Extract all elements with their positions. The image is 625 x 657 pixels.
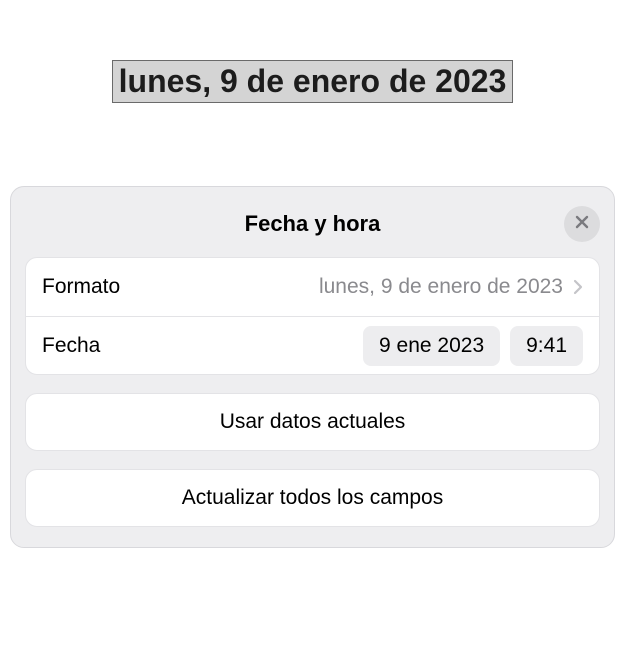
format-row[interactable]: Formato lunes, 9 de enero de 2023 — [26, 258, 599, 316]
format-label: Formato — [42, 275, 120, 299]
sheet-title: Fecha y hora — [245, 211, 381, 237]
use-current-data-button[interactable]: Usar datos actuales — [25, 393, 600, 451]
date-row: Fecha 9 ene 2023 9:41 — [26, 316, 599, 374]
date-picker-chip[interactable]: 9 ene 2023 — [363, 326, 500, 366]
time-picker-chip[interactable]: 9:41 — [510, 326, 583, 366]
chevron-right-icon — [573, 279, 583, 295]
settings-group: Formato lunes, 9 de enero de 2023 Fecha … — [25, 257, 600, 375]
selected-date-field[interactable]: lunes, 9 de enero de 2023 — [112, 60, 514, 103]
date-time-sheet: Fecha y hora Formato lunes, 9 de enero d… — [10, 186, 615, 548]
update-all-fields-button[interactable]: Actualizar todos los campos — [25, 469, 600, 527]
format-value: lunes, 9 de enero de 2023 — [319, 275, 563, 299]
date-label: Fecha — [42, 334, 100, 358]
close-button[interactable] — [564, 206, 600, 242]
sheet-header: Fecha y hora — [25, 201, 600, 247]
document-canvas: lunes, 9 de enero de 2023 — [0, 0, 625, 103]
close-icon — [574, 214, 590, 235]
